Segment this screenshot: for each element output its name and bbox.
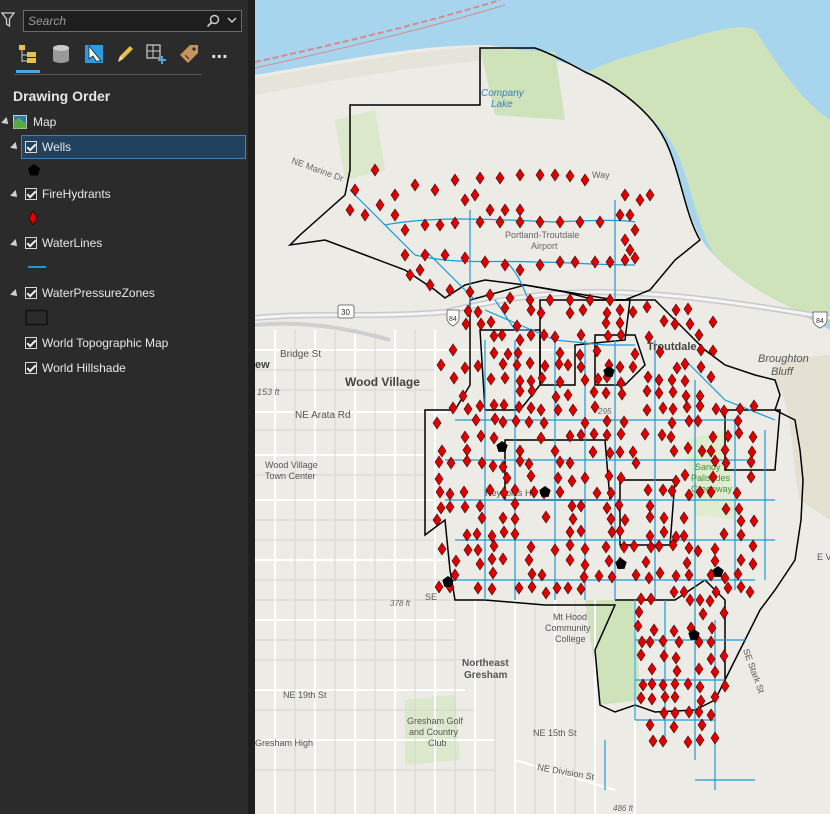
layer-row-waterpressurezones[interactable]: WaterPressureZones	[22, 284, 245, 304]
way-label: Way	[592, 170, 610, 180]
more-options-button[interactable]: ...	[211, 42, 235, 66]
drawing-order-icon	[19, 45, 36, 63]
road-label: E V	[817, 552, 830, 562]
layer-row-wells[interactable]: Wells	[21, 135, 246, 159]
collapse-arrow-icon[interactable]	[10, 190, 20, 200]
layer-label: WaterPressureZones	[42, 286, 155, 300]
pressure-zone-symbol-icon	[25, 309, 48, 326]
list-by-labeling-button[interactable]	[177, 42, 201, 66]
checkbox[interactable]	[25, 287, 37, 299]
selection-icon	[85, 44, 103, 63]
chevron-down-icon[interactable]	[227, 16, 237, 24]
map-label: Map	[33, 115, 57, 129]
snapping-icon	[146, 44, 166, 64]
i84-shield-label: 84	[449, 316, 457, 323]
ne-15th-st-label: NE 15th St	[533, 728, 577, 738]
elevation-label: 153 ft	[257, 387, 280, 397]
northeast-gresham-label: Northeast Gresham	[462, 658, 511, 681]
bridge-st-label: Bridge St	[280, 349, 321, 360]
layer-label: FireHydrants	[42, 187, 111, 201]
elevation-label: 486 ft	[613, 804, 634, 813]
se-label: SE	[425, 592, 437, 602]
map-canvas[interactable]: Company Lake NE Marine Dr Way Portland-T…	[255, 0, 830, 814]
elevation-label: 378 ft	[390, 599, 411, 608]
ne-19th-st-label: NE 19th St	[283, 690, 327, 700]
pencil-icon	[118, 46, 133, 62]
checkbox[interactable]	[25, 362, 37, 374]
contents-pane: ... Drawing Order Map Wells FireHydrants…	[0, 0, 248, 814]
database-icon	[53, 45, 69, 63]
us30-shield-label: 30	[341, 308, 350, 317]
layer-label: World Topographic Map	[42, 336, 169, 350]
troutdale-label: Troutdale	[647, 341, 697, 353]
filter-icon[interactable]	[1, 12, 15, 28]
list-by-snapping-button[interactable]	[144, 42, 168, 66]
list-by-data-source-button[interactable]	[49, 42, 73, 66]
i84-shield-label: 84	[816, 318, 824, 325]
checkbox[interactable]	[25, 188, 37, 200]
search-input[interactable]	[28, 13, 198, 29]
map-view[interactable]: Company Lake NE Marine Dr Way Portland-T…	[255, 0, 830, 814]
checkbox[interactable]	[25, 141, 37, 153]
panel-splitter[interactable]	[248, 0, 255, 814]
toolbar-separator	[14, 74, 202, 75]
drawing-order-heading: Drawing Order	[13, 88, 111, 104]
collapse-arrow-icon[interactable]	[1, 117, 11, 127]
search-icon[interactable]	[206, 14, 220, 28]
wood-village-town-center-label: Wood Village Town Center	[265, 460, 320, 481]
layer-row-waterlines[interactable]: WaterLines	[22, 234, 245, 254]
map-icon	[13, 115, 27, 129]
gresham-high-label: Gresham High	[255, 738, 313, 748]
label-tag-icon	[180, 45, 198, 63]
checkbox[interactable]	[25, 337, 37, 349]
layer-row-world-topographic-map[interactable]: World Topographic Map	[22, 334, 245, 354]
wood-village-label: Wood Village	[345, 375, 420, 389]
hydrant-symbol-icon	[28, 210, 38, 226]
layer-label: WaterLines	[42, 236, 103, 250]
collapse-arrow-icon[interactable]	[10, 289, 20, 299]
layer-row-world-hillshade[interactable]: World Hillshade	[22, 359, 245, 379]
list-by-selection-button[interactable]	[82, 42, 106, 66]
list-by-editing-button[interactable]	[113, 42, 137, 66]
checkbox[interactable]	[25, 237, 37, 249]
collapse-arrow-icon[interactable]	[10, 239, 20, 249]
well-symbol-icon	[28, 164, 40, 176]
ew-label: ew	[255, 359, 270, 371]
us30-shield: 30	[337, 304, 355, 319]
layer-label: World Hillshade	[42, 361, 126, 375]
layer-row-firehydrants[interactable]: FireHydrants	[22, 185, 245, 205]
elevation-label: 295	[597, 407, 612, 416]
layer-label: Wells	[42, 140, 72, 154]
ne-arata-rd-label: NE Arata Rd	[295, 410, 351, 421]
list-by-drawing-order-button[interactable]	[16, 42, 40, 73]
collapse-arrow-icon[interactable]	[10, 142, 20, 152]
waterline-symbol-icon	[28, 266, 46, 268]
map-row[interactable]: Map	[0, 113, 248, 133]
search-box[interactable]	[23, 10, 242, 32]
